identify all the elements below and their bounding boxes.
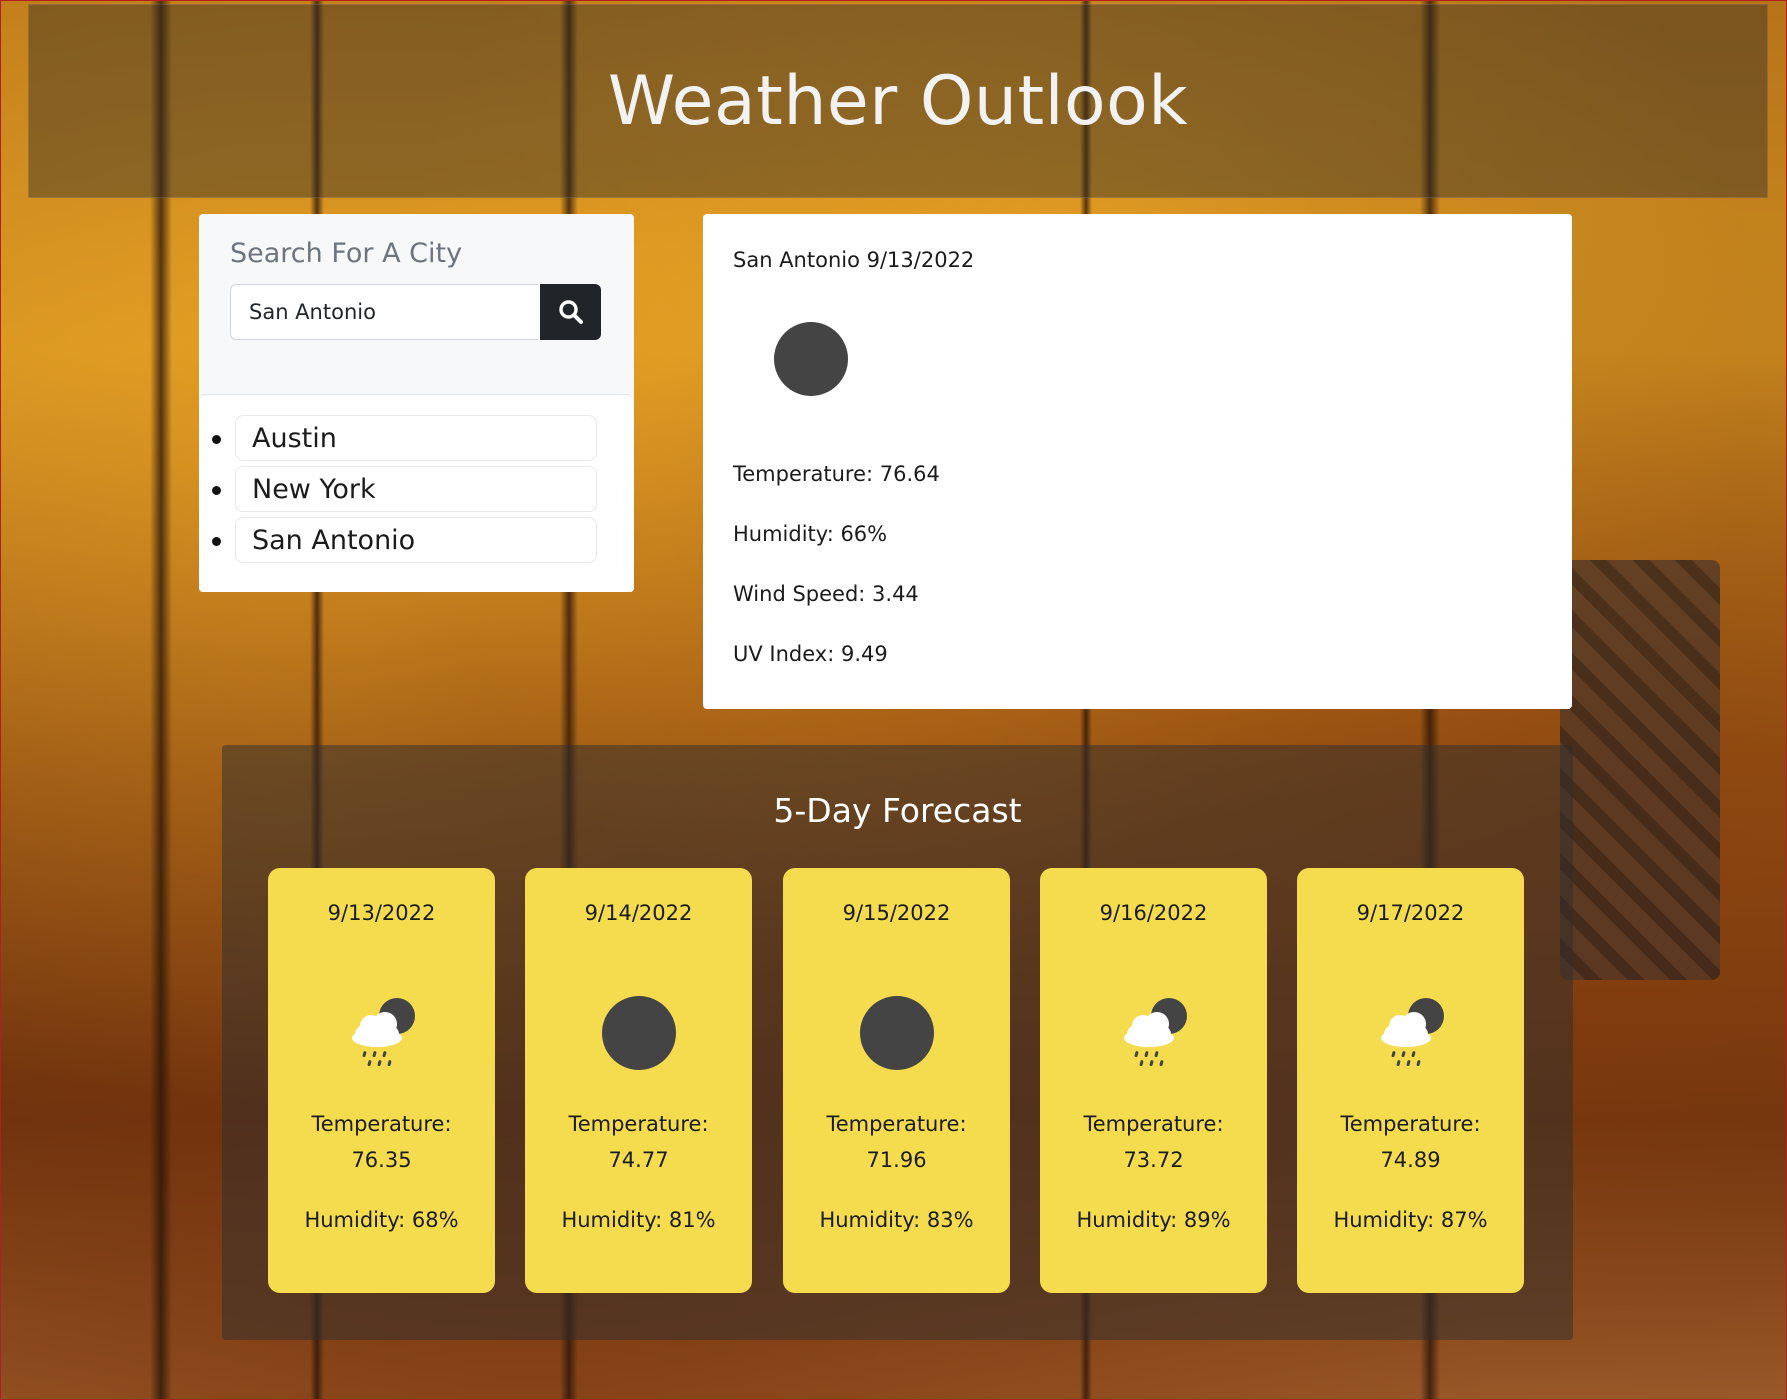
dark-circle-icon <box>774 322 848 396</box>
forecast-humidity: Humidity: 81% <box>561 1208 716 1232</box>
forecast-temperature-value: 74.77 <box>608 1148 669 1172</box>
current-city-date: San Antonio 9/13/2022 <box>733 248 975 272</box>
city-search-input[interactable] <box>230 284 538 340</box>
bullet-icon <box>212 486 221 495</box>
forecast-temperature-label: Temperature: <box>1083 1112 1224 1136</box>
current-uv-index: UV Index: 9.49 <box>733 642 888 666</box>
history-item-new-york[interactable]: New York <box>235 466 597 512</box>
forecast-date: 9/14/2022 <box>584 901 693 925</box>
forecast-card-day-5: 9/17/2022 Temperature: 74.89 Humidity: 8… <box>1297 868 1524 1293</box>
forecast-card-day-4: 9/16/2022 Temperature: 73.72 Humidity: 8… <box>1040 868 1267 1293</box>
current-weather-card: San Antonio 9/13/2022 Temperature: 76.64… <box>703 214 1572 709</box>
forecast-date: 9/13/2022 <box>327 901 436 925</box>
forecast-temperature-value: 71.96 <box>866 1148 927 1172</box>
current-wind-speed: Wind Speed: 3.44 <box>733 582 919 606</box>
history-item-austin[interactable]: Austin <box>235 415 597 461</box>
forecast-date: 9/15/2022 <box>842 901 951 925</box>
current-humidity: Humidity: 66% <box>733 522 888 546</box>
history-item-san-antonio[interactable]: San Antonio <box>235 517 597 563</box>
current-temperature: Temperature: 76.64 <box>733 462 940 486</box>
rain-cloud-moon-icon <box>1381 998 1444 1067</box>
forecast-title: 5-Day Forecast <box>773 791 1022 830</box>
history-item: San Antonio <box>199 517 634 568</box>
search-title: Search For A City <box>230 238 463 269</box>
search-panel: Search For A City Austin New York San An… <box>199 214 634 592</box>
forecast-panel: 5-Day Forecast 9/13/2022 Temperature: 76… <box>222 745 1573 1340</box>
search-history: Austin New York San Antonio <box>199 394 634 592</box>
dark-circle-icon <box>602 996 676 1070</box>
search-button[interactable] <box>540 284 601 340</box>
forecast-humidity: Humidity: 89% <box>1076 1208 1231 1232</box>
history-item: Austin <box>199 415 634 466</box>
rain-cloud-moon-icon <box>1124 998 1187 1067</box>
search-icon <box>558 300 583 324</box>
forecast-temperature-value: 76.35 <box>351 1148 412 1172</box>
forecast-temperature-value: 73.72 <box>1123 1148 1184 1172</box>
rain-cloud-moon-icon <box>352 998 415 1067</box>
forecast-temperature-label: Temperature: <box>826 1112 967 1136</box>
forecast-temperature-value: 74.89 <box>1380 1148 1441 1172</box>
forecast-temperature-label: Temperature: <box>1340 1112 1481 1136</box>
bullet-icon <box>212 435 221 444</box>
page-title: Weather Outlook <box>607 61 1189 141</box>
history-item: New York <box>199 466 634 517</box>
dark-circle-icon <box>860 996 934 1070</box>
forecast-date: 9/17/2022 <box>1356 901 1465 925</box>
stone-pillar <box>1560 560 1720 980</box>
forecast-temperature-label: Temperature: <box>568 1112 709 1136</box>
forecast-humidity: Humidity: 83% <box>819 1208 974 1232</box>
forecast-humidity: Humidity: 87% <box>1333 1208 1488 1232</box>
tree-trunk <box>150 0 172 1400</box>
forecast-card-day-2: 9/14/2022 Temperature: 74.77 Humidity: 8… <box>525 868 752 1293</box>
forecast-temperature-label: Temperature: <box>311 1112 452 1136</box>
forecast-date: 9/16/2022 <box>1099 901 1208 925</box>
search-history-list: Austin New York San Antonio <box>199 415 634 568</box>
forecast-card-day-1: 9/13/2022 Temperature: 76.35 Humidity: 6… <box>268 868 495 1293</box>
forecast-card-day-3: 9/15/2022 Temperature: 71.96 Humidity: 8… <box>783 868 1010 1293</box>
forecast-humidity: Humidity: 68% <box>304 1208 459 1232</box>
page-header: Weather Outlook <box>28 4 1768 198</box>
bullet-icon <box>212 537 221 546</box>
